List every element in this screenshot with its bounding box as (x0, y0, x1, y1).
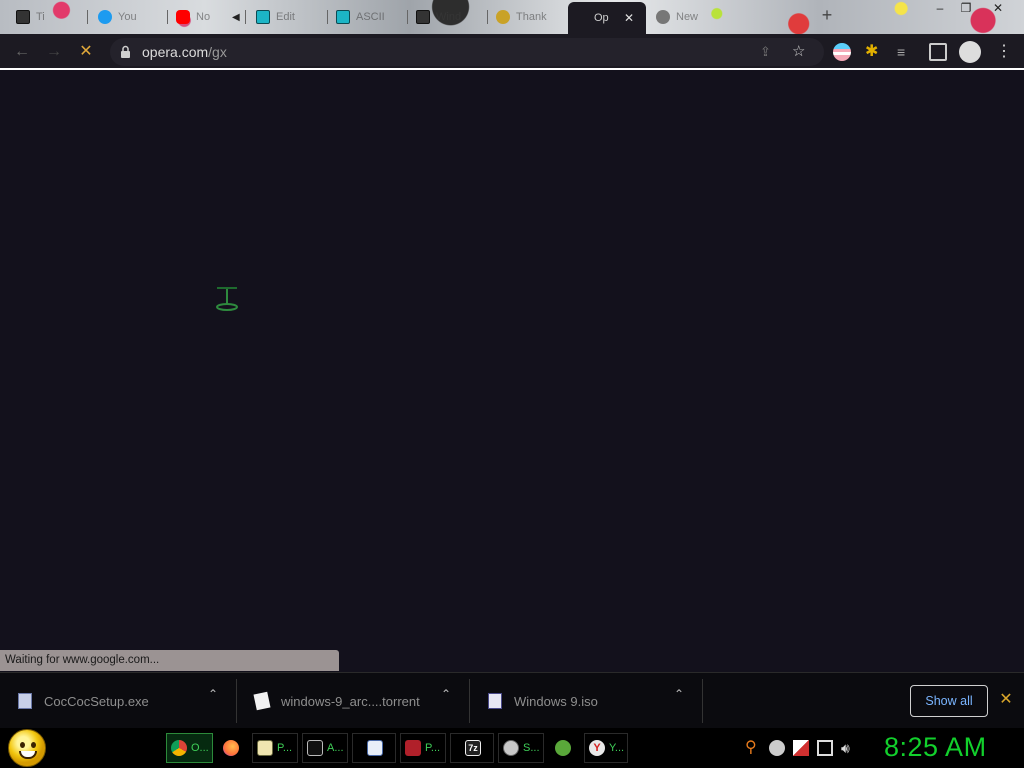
taskbar-app-document[interactable] (352, 733, 396, 763)
taskbar-app-notepad[interactable]: P... (252, 733, 298, 763)
address-bar[interactable]: opera.com/gx ⇪ ☆ (110, 38, 824, 66)
notepad-icon (257, 740, 273, 756)
url-path: /gx (208, 44, 227, 60)
tab-strip: Ti You No ◀︎ Edit ASCII Wind Thank Op ✕ … (0, 0, 1024, 34)
minimize-button[interactable]: – (926, 0, 954, 18)
chevron-up-icon[interactable]: ⌃ (439, 687, 453, 701)
iso-icon (488, 693, 502, 709)
side-panel-icon[interactable] (929, 43, 947, 61)
tab-1[interactable]: Ti (10, 4, 88, 30)
close-tab-icon[interactable]: ✕ (624, 11, 634, 25)
download-item-1[interactable]: CocCocSetup.exe (0, 679, 236, 723)
taskbar-app-pdf[interactable]: P... (400, 733, 446, 763)
twitter-icon (98, 10, 112, 24)
menu-kebab-icon[interactable]: ⋮ (996, 43, 1014, 61)
installer-icon (18, 693, 32, 709)
tab-active[interactable]: Op ✕ (568, 2, 646, 34)
maximize-button[interactable]: ❐ (952, 0, 980, 18)
taskbar-app-firefox[interactable] (218, 733, 248, 763)
tab-label: You (118, 11, 137, 23)
app-icon (336, 10, 350, 24)
taskbar-app-terminal[interactable]: A... (302, 733, 348, 763)
share-icon[interactable]: ⇪ (760, 44, 776, 60)
refresh-icon (555, 740, 571, 756)
download-item-3[interactable]: Windows 9.iso (470, 679, 702, 723)
toolbar: ← → ✕ opera.com/gx ⇪ ☆ ✱ ≡ ⋮ (0, 34, 1024, 70)
tab-label: No (196, 11, 211, 23)
youtube-icon (176, 10, 190, 24)
archive-icon (16, 10, 30, 24)
close-download-shelf-icon[interactable]: ✕ (997, 691, 1015, 709)
url-text[interactable]: opera.com/gx (142, 44, 227, 60)
tab-2[interactable]: You (92, 4, 168, 30)
status-bar: Waiting for www.google.com... (0, 650, 339, 671)
tab-label: New (676, 11, 699, 23)
7zip-icon: 7z (465, 740, 481, 756)
puzzle-extensions-icon[interactable]: ✱ (865, 43, 883, 61)
chevron-up-icon[interactable]: ⌃ (672, 687, 686, 701)
firefox-icon (223, 740, 239, 756)
tab-9[interactable]: New (650, 4, 730, 30)
tab-5[interactable]: ASCII (330, 4, 408, 30)
tab-4[interactable]: Edit (250, 4, 328, 30)
taskbar-clock[interactable]: 8:25 AM (884, 732, 987, 763)
screen: Ti You No ◀︎ Edit ASCII Wind Thank Op ✕ … (0, 0, 1024, 768)
tab-label: Thank (516, 11, 547, 23)
extension-icon[interactable] (833, 43, 851, 61)
chevron-up-icon[interactable]: ⌃ (206, 687, 220, 701)
download-filename: Windows 9.iso (514, 693, 598, 709)
new-tab-button[interactable]: + (818, 6, 836, 24)
yandex-icon: Y (589, 740, 605, 756)
lock-icon (121, 45, 130, 58)
settings-icon (503, 740, 519, 756)
bookmark-star-icon[interactable]: ☆ (792, 42, 808, 60)
loading-icon (574, 11, 588, 25)
volume-icon[interactable]: 🔊︎ (841, 740, 857, 756)
back-button[interactable]: ← (10, 40, 34, 64)
url-domain: opera.com (142, 44, 209, 60)
taskbar-app-chrome[interactable]: O... (166, 733, 213, 763)
taskbar-app-yandex[interactable]: Y Y... (584, 733, 628, 763)
loading-cursor-icon (216, 287, 238, 311)
close-window-button[interactable]: ✕ (984, 0, 1012, 18)
document-icon (367, 740, 383, 756)
tab-3[interactable]: No ◀︎ (170, 4, 246, 30)
chrome-icon (656, 10, 670, 24)
taskbar-app-7zip[interactable]: 7z (450, 733, 494, 763)
tab-6[interactable]: Wind (410, 4, 488, 30)
network-icon[interactable] (817, 740, 833, 756)
speaker-icon[interactable]: ◀︎ (232, 12, 240, 23)
site-icon (496, 10, 510, 24)
archive-icon (416, 10, 430, 24)
tab-label: ASCII (356, 11, 385, 23)
stop-button[interactable]: ✕ (74, 40, 98, 64)
download-item-2[interactable]: windows-9_arc....torrent (237, 679, 469, 723)
tab-label: Wind (436, 11, 462, 23)
pdf-icon (405, 740, 421, 756)
tab-label: Ti (36, 11, 45, 23)
tab-7[interactable]: Thank (490, 4, 566, 30)
chrome-icon (171, 740, 187, 756)
media-queue-icon[interactable]: ≡ (897, 43, 915, 61)
taskbar: O... P... A... P... 7z S... Y Y... ⚲ 🔊︎ … (0, 728, 1024, 768)
download-filename: CocCocSetup.exe (44, 693, 149, 709)
taskbar-app-refresh[interactable] (550, 733, 580, 763)
start-button[interactable] (8, 729, 46, 767)
show-all-downloads-button[interactable]: Show all (910, 685, 988, 717)
status-tray-icon[interactable] (769, 740, 785, 756)
terminal-icon (307, 740, 323, 756)
download-shelf: CocCocSetup.exe ⌃ windows-9_arc....torre… (0, 672, 1024, 728)
tab-label: Edit (276, 11, 295, 23)
file-icon (253, 691, 271, 711)
profile-avatar-icon[interactable] (959, 41, 981, 63)
page-content (0, 70, 1024, 672)
tab-label: Op (594, 12, 609, 24)
app-icon (256, 10, 270, 24)
download-filename: windows-9_arc....torrent (281, 693, 420, 709)
forward-button[interactable]: → (42, 40, 66, 64)
search-icon[interactable]: ⚲ (745, 740, 761, 756)
taskbar-app-settings[interactable]: S... (498, 733, 544, 763)
action-center-flag-icon[interactable] (793, 740, 809, 756)
